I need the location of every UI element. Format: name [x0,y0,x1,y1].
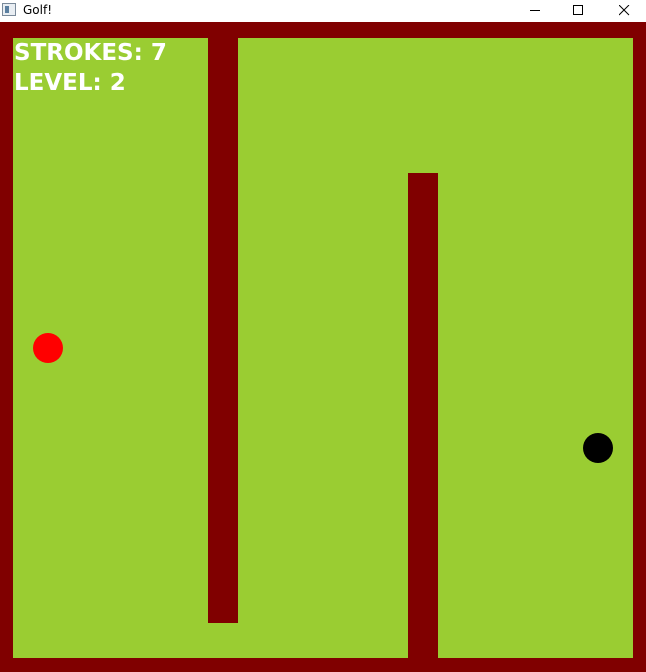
maximize-icon [573,5,583,15]
close-button[interactable] [601,0,646,22]
title-bar: Golf! [0,0,646,22]
golf-hole [583,433,613,463]
close-icon [619,5,630,16]
putting-green[interactable] [13,38,633,658]
strokes-counter: STROKES: 7 [14,40,167,66]
wall-obstacle [208,38,238,623]
app-window-icon [2,3,16,16]
minimize-button[interactable] [512,0,558,22]
level-indicator: LEVEL: 2 [14,70,126,96]
golf-course[interactable] [0,22,646,672]
minimize-icon [530,10,540,11]
window-title: Golf! [23,3,53,17]
wall-obstacle [408,173,438,658]
golf-ball[interactable] [33,333,63,363]
maximize-button[interactable] [555,0,601,22]
